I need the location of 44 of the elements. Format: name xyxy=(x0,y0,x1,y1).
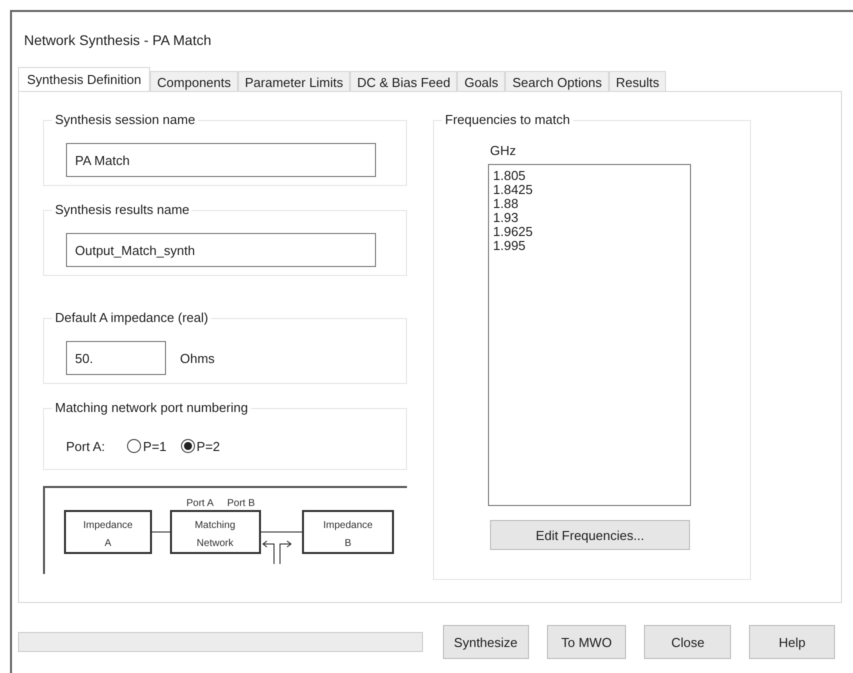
group-label: Matching network port numbering xyxy=(52,400,251,415)
diagram-label: A xyxy=(104,538,112,549)
text-field[interactable]: 50. xyxy=(66,341,166,375)
radio-option[interactable]: P=2 xyxy=(180,438,220,454)
tab[interactable]: Results xyxy=(608,71,666,91)
group-label: Synthesis results name xyxy=(52,202,192,217)
diagram-label: Impedance xyxy=(323,520,373,531)
diagram-label: Matching xyxy=(194,520,236,531)
port-arrows-icon xyxy=(262,540,292,564)
diagram-label: Network xyxy=(196,538,234,549)
list-item[interactable]: 1.88 xyxy=(493,197,686,211)
list-item[interactable]: 1.93 xyxy=(493,211,686,225)
text-field[interactable]: PA Match xyxy=(66,143,376,177)
radio-option[interactable]: P=1 xyxy=(127,438,167,454)
tab[interactable]: Components xyxy=(150,71,238,91)
tab[interactable]: Synthesis Definition xyxy=(18,67,150,91)
radio-button[interactable] xyxy=(180,439,195,453)
diagram-label: Port A xyxy=(186,498,214,509)
unit-label: Ohms xyxy=(180,350,215,366)
list-item[interactable]: 1.9625 xyxy=(493,225,686,239)
tab[interactable]: DC & Bias Feed xyxy=(350,71,458,91)
list-item[interactable]: 1.805 xyxy=(493,169,686,183)
list-item[interactable]: 1.8425 xyxy=(493,183,686,197)
tab[interactable]: Parameter Limits xyxy=(238,71,350,91)
text-field[interactable]: Output_Match_synth xyxy=(66,233,376,267)
dialog-button[interactable]: Help xyxy=(749,625,836,659)
frequency-list[interactable]: 1.805 1.8425 1.88 1.93 1.9625 1.995 xyxy=(488,164,691,506)
group-label: Default A impedance (real) xyxy=(52,310,212,325)
group-label: Frequencies to match xyxy=(442,112,574,127)
list-item[interactable]: 1.995 xyxy=(493,239,686,253)
window-title: Network Synthesis - PA Match xyxy=(24,32,212,48)
group-label: Synthesis session name xyxy=(52,112,198,127)
dialog-button[interactable]: To MWO xyxy=(546,625,626,659)
diagram-label: B xyxy=(344,538,352,549)
edit-frequencies-button[interactable]: Edit Frequencies... xyxy=(490,520,690,550)
tab[interactable]: Goals xyxy=(457,71,506,91)
dialog-button[interactable]: Close xyxy=(644,625,732,659)
unit-label: GHz xyxy=(490,143,517,158)
port-label: Port A: xyxy=(66,438,106,454)
diagram-label: Port B xyxy=(227,498,255,509)
radio-button[interactable] xyxy=(127,439,142,453)
dialog-button[interactable]: Synthesize xyxy=(442,625,529,659)
diagram-label: Impedance xyxy=(83,520,133,531)
tab[interactable]: Search Options xyxy=(505,71,609,91)
